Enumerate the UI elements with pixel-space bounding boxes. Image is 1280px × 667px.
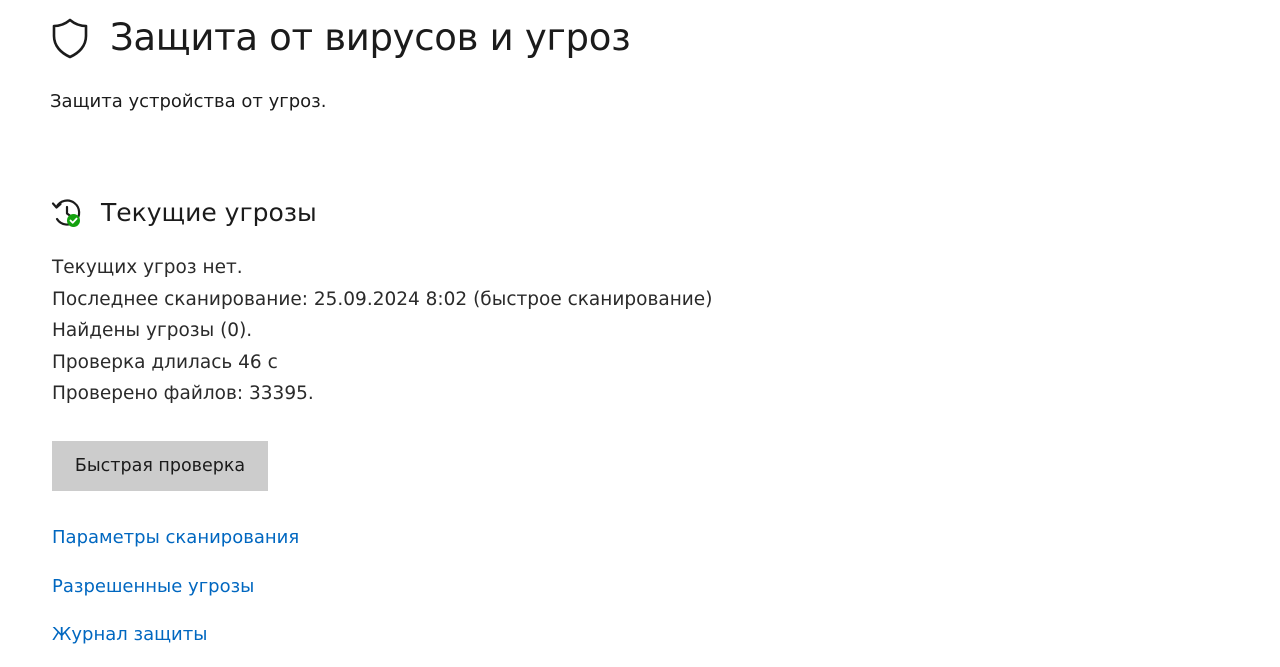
last-scan-text: Последнее сканирование: 25.09.2024 8:02 …: [52, 288, 713, 310]
virus-threat-protection-page: Защита от вирусов и угроз Защита устройс…: [50, 0, 1280, 667]
page-title: Защита от вирусов и угроз: [110, 16, 631, 59]
allowed-threats-link[interactable]: Разрешенные угрозы: [52, 575, 254, 599]
page-header: Защита от вирусов и угроз: [50, 14, 631, 62]
history-check-icon: [50, 196, 84, 230]
files-scanned-text: Проверено файлов: 33395.: [52, 383, 314, 404]
current-threats-header: Текущие угрозы: [50, 196, 317, 230]
shield-icon: [50, 16, 90, 60]
no-threats-text: Текущих угроз нет.: [52, 257, 243, 278]
quick-scan-button[interactable]: Быстрая проверка: [52, 441, 268, 491]
scan-status-list: Текущих угроз нет. Последнее сканировани…: [52, 252, 712, 410]
page-subtitle: Защита устройства от угроз.: [50, 91, 327, 112]
protection-history-link[interactable]: Журнал защиты: [52, 623, 207, 647]
scan-duration-text: Проверка длилась 46 с: [52, 351, 278, 373]
scan-options-link[interactable]: Параметры сканирования: [52, 526, 299, 550]
threats-found-text: Найдены угрозы (0).: [52, 320, 253, 341]
current-threats-title: Текущие угрозы: [101, 198, 317, 227]
